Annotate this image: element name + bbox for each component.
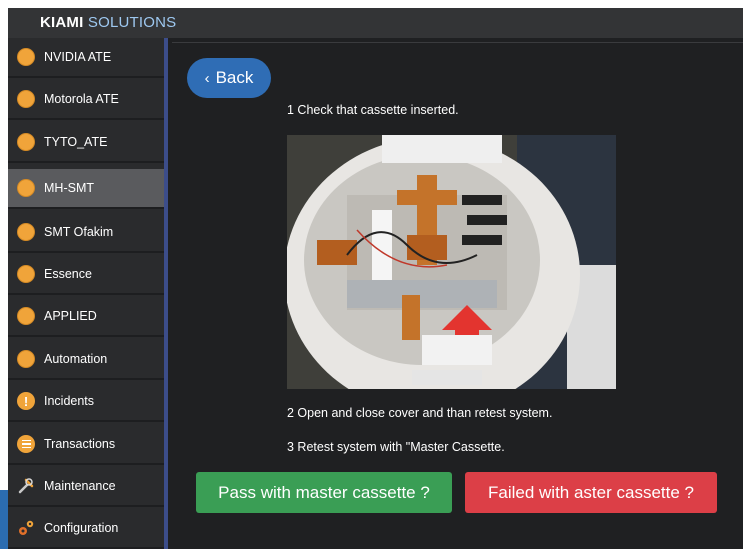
gears-icon	[19, 520, 34, 535]
cassette-photo	[287, 135, 616, 389]
sidebar-item-label: Automation	[44, 352, 108, 366]
instruction-step-2: 2 Open and close cover and than retest s…	[287, 406, 553, 420]
back-button[interactable]: ‹ Back	[187, 58, 271, 98]
list-icon-box	[17, 435, 35, 453]
sidebar-item-label: Transactions	[44, 437, 116, 451]
sidebar-item-label: Essence	[44, 267, 92, 281]
sidebar-item-smt-ofakim[interactable]: SMT Ofakim	[8, 213, 166, 253]
chevron-left-icon: ‹	[204, 69, 210, 87]
sidebar-item-essence[interactable]: Essence	[8, 255, 166, 295]
sidebar-item-transactions[interactable]: Transactions	[8, 425, 166, 465]
sidebar-item-label: SMT Ofakim	[44, 225, 114, 239]
sidebar-item-label: Incidents	[44, 394, 95, 408]
brand-suffix: SOLUTIONS	[87, 14, 177, 31]
corner-accent	[0, 490, 8, 549]
sidebar: NVIDIA ATE Motorola ATE TYTO_ATE MH-SMT …	[8, 38, 166, 549]
sidebar-item-label: Maintenance	[44, 479, 116, 493]
warning-icon-box: !	[17, 392, 35, 410]
circle-icon	[17, 48, 35, 66]
circle-icon	[17, 307, 35, 325]
sidebar-item-label: TYTO_ATE	[44, 135, 108, 149]
sidebar-item-tyto-ate[interactable]: TYTO_ATE	[8, 123, 166, 163]
sidebar-item-label: APPLIED	[44, 309, 97, 323]
sidebar-item-nvidia-ate[interactable]: NVIDIA ATE	[8, 38, 166, 78]
sidebar-item-maintenance[interactable]: Maintenance	[8, 467, 166, 507]
sidebar-item-applied[interactable]: APPLIED	[8, 297, 166, 337]
sidebar-item-label: NVIDIA ATE	[44, 50, 112, 64]
left-margin	[0, 0, 8, 549]
instruction-step-3: 3 Retest system with "Master Cassette.	[287, 440, 505, 454]
pass-with-master-cassette-button[interactable]: Pass with master cassette ?	[196, 472, 452, 513]
sidebar-item-label: MH-SMT	[44, 181, 94, 195]
circle-icon	[17, 90, 35, 108]
circle-icon	[17, 133, 35, 151]
brand-name: KIAMI	[40, 14, 84, 31]
top-bar: KIAMI SOLUTIONS	[8, 8, 743, 38]
wrench-icon	[18, 478, 34, 494]
circle-icon	[17, 350, 35, 368]
sidebar-item-automation[interactable]: Automation	[8, 340, 166, 380]
instruction-step-1: 1 Check that cassette inserted.	[287, 103, 459, 117]
main-top-rule	[172, 42, 743, 43]
sidebar-item-label: Configuration	[44, 521, 119, 535]
list-icon	[17, 435, 35, 453]
sidebar-item-incidents[interactable]: ! Incidents	[8, 382, 166, 422]
wrench-icon-box	[17, 477, 35, 495]
brand-logo: KIAMI SOLUTIONS	[40, 14, 176, 31]
back-button-label: Back	[215, 68, 254, 87]
sidebar-item-motorola-ate[interactable]: Motorola ATE	[8, 80, 166, 120]
circle-icon	[17, 265, 35, 283]
sidebar-item-configuration[interactable]: Configuration	[8, 509, 166, 549]
circle-icon	[17, 223, 35, 241]
sidebar-item-mh-smt[interactable]: MH-SMT	[8, 169, 166, 209]
circle-icon	[17, 179, 35, 197]
cassette-photo-illustration	[287, 135, 616, 389]
failed-with-master-cassette-button[interactable]: Failed with aster cassette ?	[465, 472, 717, 513]
warning-icon: !	[17, 392, 35, 410]
sidebar-item-label: Motorola ATE	[44, 92, 119, 106]
gears-icon-box	[17, 519, 35, 537]
